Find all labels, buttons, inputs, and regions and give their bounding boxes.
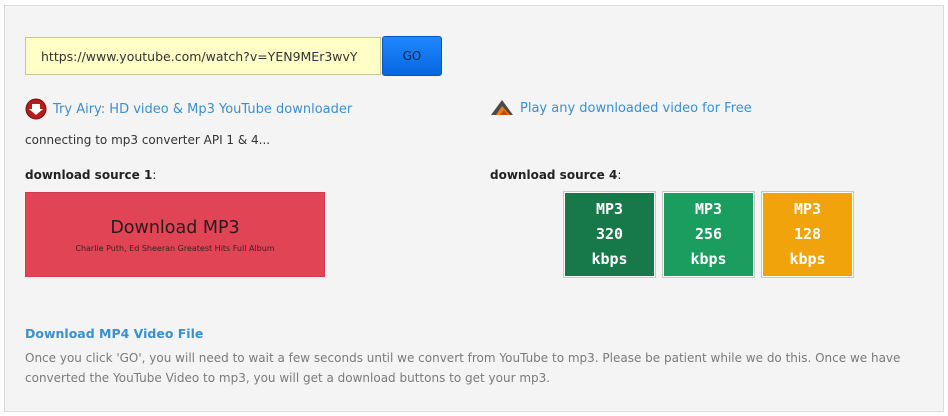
airy-promo-link[interactable]: Try Airy: HD video & Mp3 YouTube downloa… bbox=[25, 98, 352, 120]
bitrate-format: MP3 bbox=[694, 200, 723, 218]
download-mp3-button[interactable]: Download MP3 Charlie Puth, Ed Sheeran Gr… bbox=[25, 192, 325, 277]
instructions-text: Once you click 'GO', you will need to wa… bbox=[25, 351, 901, 385]
status-message: connecting to mp3 converter API 1 & 4... bbox=[25, 133, 271, 147]
player-promo-link[interactable]: Play any downloaded video for Free bbox=[490, 98, 752, 118]
download-mp3-label: Download MP3 bbox=[110, 218, 240, 238]
bitrate-value: 256 bbox=[694, 225, 723, 243]
bitrate-unit: kbps bbox=[690, 250, 727, 268]
go-button[interactable]: GO bbox=[382, 36, 442, 76]
download-source-4-colon: : bbox=[617, 168, 622, 182]
download-source-4-heading: download source 4: bbox=[490, 168, 621, 182]
download-mp3-subtitle: Charlie Puth, Ed Sheeran Greatest Hits F… bbox=[75, 244, 275, 253]
bitrate-format: MP3 bbox=[793, 200, 822, 218]
download-source-4-title: download source 4 bbox=[490, 168, 618, 182]
converter-panel: GO Try Airy: HD video & Mp3 YouTube down… bbox=[4, 5, 944, 412]
bitrate-format: MP3 bbox=[595, 200, 624, 218]
youtube-url-input[interactable] bbox=[25, 37, 381, 75]
download-source-1-heading: download source 1: bbox=[25, 168, 156, 182]
bitrate-unit: kbps bbox=[789, 250, 826, 268]
player-promo-text: Play any downloaded video for Free bbox=[520, 100, 752, 116]
download-source-1-colon: : bbox=[152, 168, 157, 182]
mp3-128kbps-button[interactable]: MP3 128 kbps bbox=[762, 192, 853, 277]
download-mp4-link[interactable]: Download MP4 Video File bbox=[25, 326, 203, 341]
bitrate-unit: kbps bbox=[591, 250, 628, 268]
bitrate-value: 320 bbox=[595, 225, 624, 243]
mp3-256kbps-button[interactable]: MP3 256 kbps bbox=[663, 192, 754, 277]
video-player-icon bbox=[490, 98, 514, 118]
bitrate-value: 128 bbox=[793, 225, 822, 243]
airy-promo-text: Try Airy: HD video & Mp3 YouTube downloa… bbox=[53, 101, 353, 117]
airy-download-icon bbox=[25, 98, 47, 120]
download-source-1-title: download source 1 bbox=[25, 168, 153, 182]
mp3-320kbps-button[interactable]: MP3 320 kbps bbox=[564, 192, 655, 277]
